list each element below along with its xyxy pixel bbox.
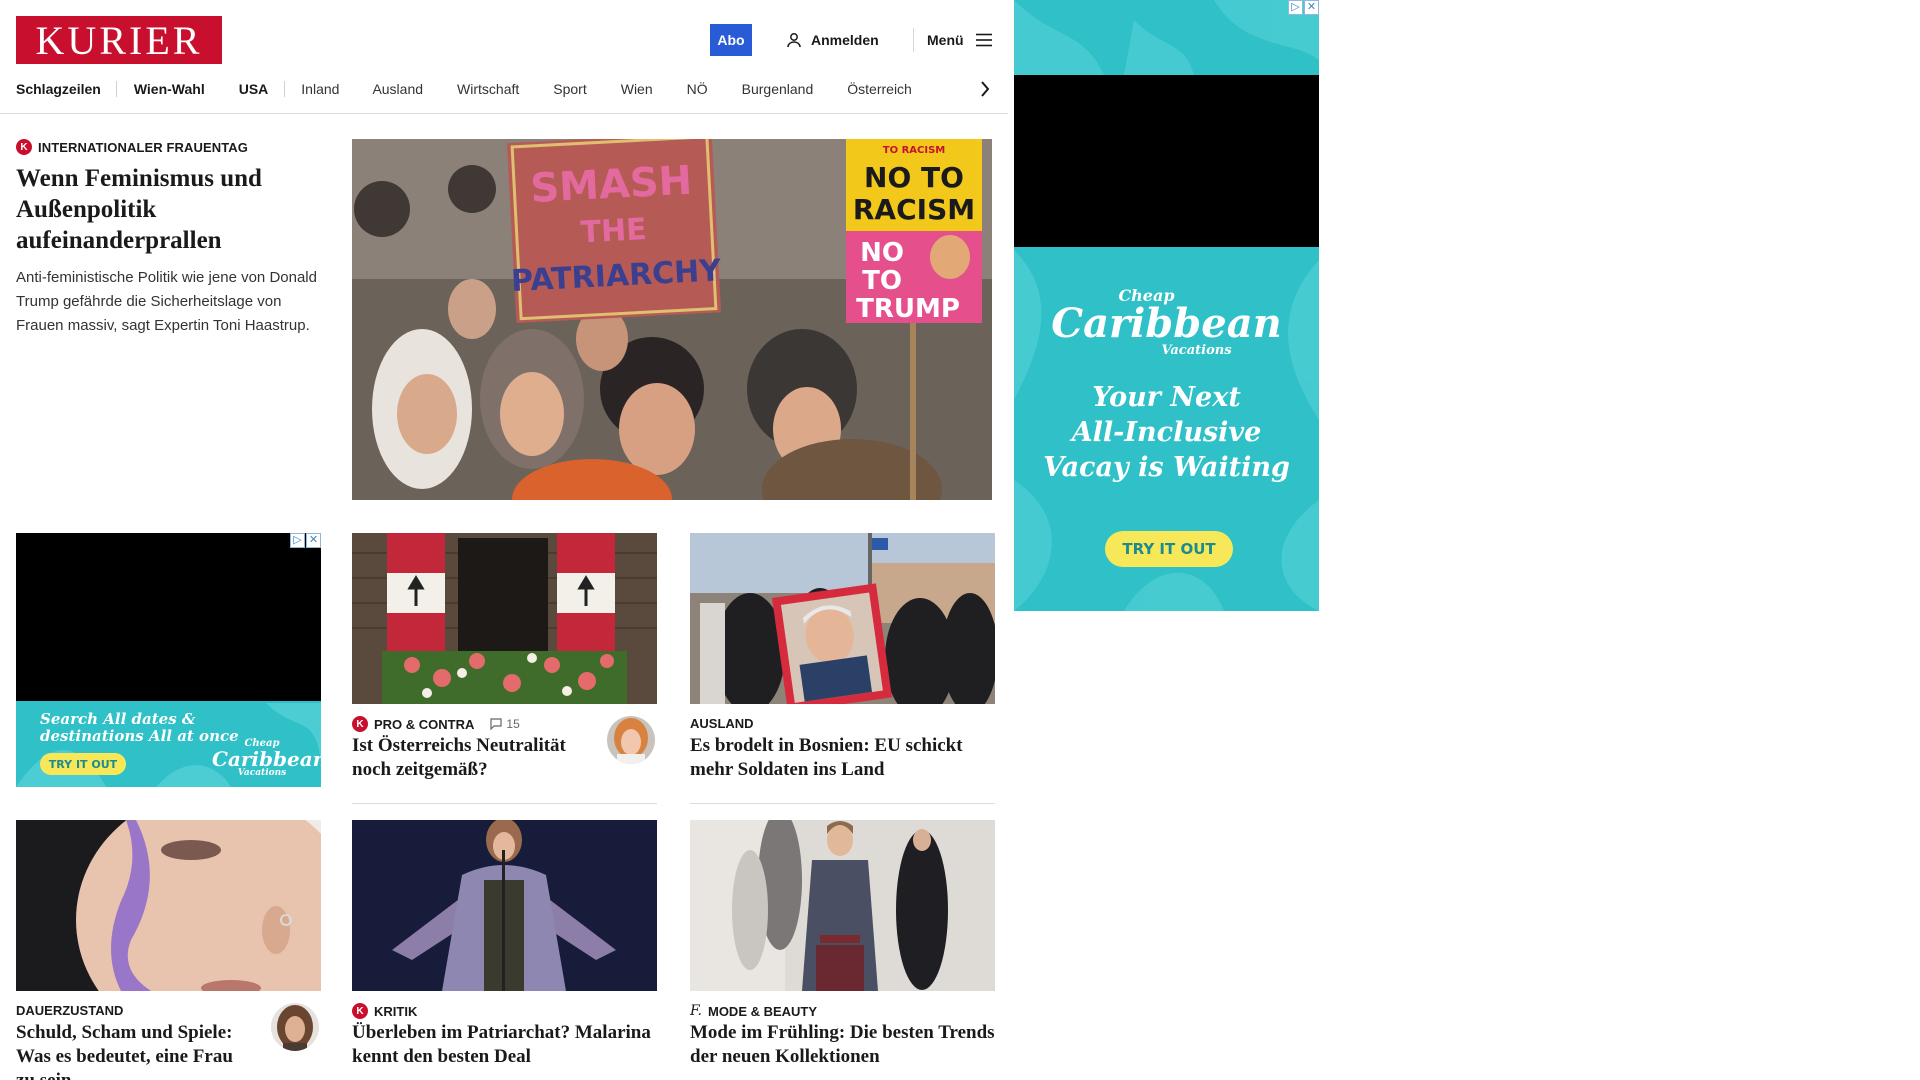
kurier-plus-badge-icon: K [352, 1003, 368, 1019]
kurier-plus-badge-icon: K [352, 716, 368, 732]
card-meta-neutralitaet: K PRO & CONTRA 15 [352, 716, 520, 732]
hero-article[interactable]: K INTERNATIONALER FRAUENTAG Wenn Feminis… [16, 139, 321, 338]
ad-side-brand-logo: Cheap Caribbean Vacations [1051, 286, 1282, 358]
menu-label: Menü [927, 32, 964, 48]
card-image-mode[interactable] [690, 820, 995, 991]
card-kicker: MODE & BEAUTY [707, 1003, 818, 1019]
hamburger-icon [975, 33, 992, 47]
ad-close-icon[interactable]: ✕ [306, 533, 321, 548]
hero-kicker-label: INTERNATIONALER FRAUENTAG [38, 139, 249, 155]
nav-item-wien[interactable]: Wien [621, 81, 653, 97]
login-label: Anmelden [811, 32, 879, 48]
protest-sign2-line3: NO [860, 238, 904, 268]
abo-button[interactable]: Abo [710, 24, 752, 56]
ad-small-controls: ▷ ✕ [290, 533, 321, 548]
nav-divider-line [0, 113, 1008, 114]
card-kicker: DAUERZUSTAND [16, 1003, 124, 1018]
author-avatar [607, 716, 655, 764]
protest-sign2-line5: TRUMP [856, 294, 960, 324]
card-title-mode[interactable]: Mode im Frühling: Die besten Trends der … [690, 1021, 995, 1069]
card-meta-malarina: K KRITIK [352, 1003, 417, 1019]
card-image-neutralitaet[interactable] [352, 533, 657, 704]
card-meta-dauerzustand: DAUERZUSTAND [16, 1003, 123, 1018]
ad-side-headline: Your Next All-Inclusive Vacay is Waiting [1043, 382, 1290, 483]
nav-divider [284, 81, 286, 97]
kurier-plus-badge-icon: K [16, 139, 32, 155]
card-divider [690, 803, 995, 804]
protest-sign-line1: SMASH [529, 158, 693, 212]
nav-item-sport[interactable]: Sport [553, 81, 586, 97]
card-meta-mode: f. MODE & BEAUTY [690, 1003, 817, 1019]
login-button[interactable]: Anmelden [786, 28, 879, 52]
ad-side-cta-button[interactable]: TRY IT OUT [1105, 531, 1233, 567]
hero-image[interactable]: SMASH THE PATRIARCHY TO RACISM NO TO RAC… [352, 139, 992, 500]
card-image-malarina[interactable] [352, 820, 657, 991]
ad-close-icon[interactable]: ✕ [1304, 0, 1319, 15]
protest-sign2-line1: NO TO [864, 161, 964, 194]
nav-item-usa[interactable]: USA [239, 81, 269, 97]
chevron-right-icon [981, 81, 990, 97]
hero-teaser: Anti-feministische Politik wie jene von … [16, 269, 317, 334]
author-avatar [271, 1003, 319, 1051]
ad-small-brand-logo: Cheap Caribbean Vacations [212, 738, 321, 778]
hero-title[interactable]: Wenn Feminismus und Außenpolitik aufeina… [16, 163, 321, 256]
card-image-bosnien[interactable] [690, 533, 995, 704]
nav-item-noe[interactable]: NÖ [687, 81, 708, 97]
protest-sign-line2: THE [580, 212, 648, 250]
adchoices-icon[interactable]: ▷ [1288, 0, 1303, 15]
nav-item-wien-wahl[interactable]: Wien-Wahl [134, 81, 205, 97]
nav-divider [115, 81, 117, 97]
user-icon [787, 33, 801, 48]
comment-icon [490, 718, 502, 730]
card-divider [352, 803, 657, 804]
adchoices-icon[interactable]: ▷ [290, 533, 305, 548]
nav-item-ausland[interactable]: Ausland [372, 81, 423, 97]
nav-item-burgenland[interactable]: Burgenland [742, 81, 814, 97]
card-title-dauerzustand[interactable]: Schuld, Scham und Spiele: Was es bedeute… [16, 1021, 256, 1080]
ad-small-cta-button[interactable]: TRY IT OUT [40, 753, 126, 775]
ad-side-controls: ▷ ✕ [1288, 0, 1319, 15]
card-title-neutralitaet[interactable]: Ist Österreichs Neutralität noch zeitgem… [352, 734, 592, 782]
card-kicker: PRO & CONTRA [374, 716, 475, 732]
card-meta-bosnien: AUSLAND [690, 716, 754, 731]
comment-count[interactable]: 15 [490, 717, 520, 731]
card-kicker: KRITIK [374, 1003, 418, 1019]
protest-sign2-line4: TO [862, 266, 902, 296]
kurier-logo[interactable]: KURIER [16, 16, 222, 64]
nav-item-inland[interactable]: Inland [301, 81, 339, 97]
menu-button[interactable]: Menü [927, 28, 992, 52]
card-kicker: AUSLAND [690, 716, 754, 731]
ad-skyscraper[interactable]: Cheap Caribbean Vacations Your Next All-… [1014, 0, 1319, 611]
nav-item-schlagzeilen[interactable]: Schlagzeilen [16, 81, 101, 97]
nav-scroll-right-button[interactable] [976, 78, 994, 100]
card-title-bosnien[interactable]: Es brodelt in Bosnien: EU schickt mehr S… [690, 734, 995, 782]
protest-sign2-line2: RACISM [853, 193, 975, 226]
comment-count-value: 15 [506, 717, 520, 731]
nav-item-oesterreich[interactable]: Österreich [847, 81, 912, 97]
ad-small-headline-1: Search All dates & [40, 710, 196, 728]
freizeit-badge-icon: f. [690, 1003, 702, 1019]
ad-banner-small[interactable]: Search All dates & destinations All at o… [16, 533, 321, 787]
card-image-dauerzustand[interactable] [16, 820, 321, 991]
category-nav: Schlagzeilen Wien-Wahl USA Inland Auslan… [16, 78, 912, 100]
card-title-malarina[interactable]: Überleben im Patriarchat? Malarina kennt… [352, 1021, 657, 1069]
nav-item-wirtschaft[interactable]: Wirtschaft [457, 81, 519, 97]
protest-sign-top: TO RACISM [883, 145, 946, 156]
hero-kicker: K INTERNATIONALER FRAUENTAG [16, 139, 321, 155]
kurier-site: KURIER Abo Anmelden Menü Schlagzeilen Wi… [0, 0, 1008, 1080]
ad-small-headline-2: destinations All at once [40, 727, 239, 745]
header-divider [913, 28, 914, 52]
